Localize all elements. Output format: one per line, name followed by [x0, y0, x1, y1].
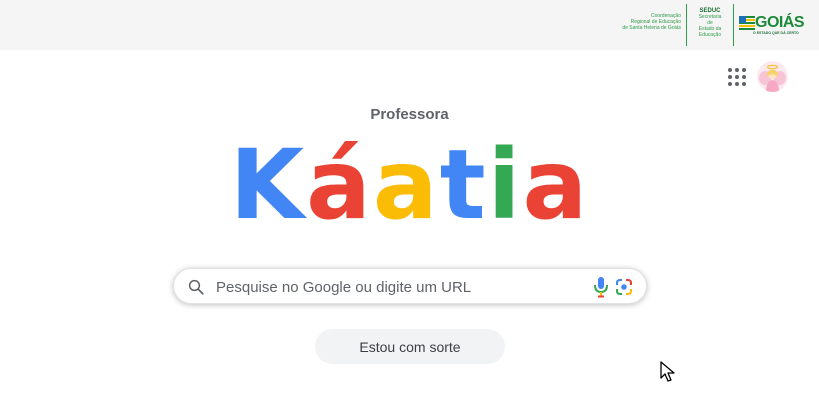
- logo-letter: a: [522, 129, 590, 241]
- institution-banner: Coordenação Regional de Educação de Sant…: [0, 0, 819, 50]
- logo-letter: a: [372, 129, 440, 241]
- logo-letter: á: [306, 129, 373, 241]
- custom-logo: Káatia: [0, 130, 819, 240]
- search-box[interactable]: [173, 268, 647, 305]
- new-tab-page: Coordenação Regional de Educação de Sant…: [0, 0, 819, 404]
- goias-logo-word: GOIÁS: [755, 14, 805, 31]
- goias-flag-icon: [739, 16, 755, 30]
- google-lens-icon[interactable]: [614, 277, 634, 297]
- microphone-icon[interactable]: [591, 276, 611, 298]
- banner-divider: [686, 4, 687, 46]
- angel-avatar-icon: [757, 61, 788, 92]
- mouse-cursor-icon: [660, 361, 675, 382]
- logo-letter: t: [439, 129, 488, 241]
- feeling-lucky-button[interactable]: Estou com sorte: [315, 329, 505, 364]
- regional-line-3: de Santa Helena de Goiás: [622, 25, 681, 31]
- search-input[interactable]: [214, 269, 588, 305]
- goias-logo: GOIÁS O ESTADO QUE DÁ CERTO: [739, 12, 807, 38]
- regional-education-text: Coordenação Regional de Educação de Sant…: [611, 13, 681, 31]
- search-icon: [188, 279, 204, 295]
- goias-logo-tagline: O ESTADO QUE DÁ CERTO: [753, 31, 799, 35]
- page-subtitle: Professora: [370, 106, 449, 123]
- seduc-text: SEDUC Secretaria de Estado da Educação: [690, 8, 730, 38]
- banner-divider: [733, 4, 734, 46]
- logo-letter: i: [487, 129, 523, 241]
- profile-avatar[interactable]: [757, 61, 788, 92]
- seduc-line-4: Educação: [698, 32, 722, 38]
- google-apps-icon[interactable]: [722, 62, 750, 90]
- logo-letter: K: [229, 129, 307, 241]
